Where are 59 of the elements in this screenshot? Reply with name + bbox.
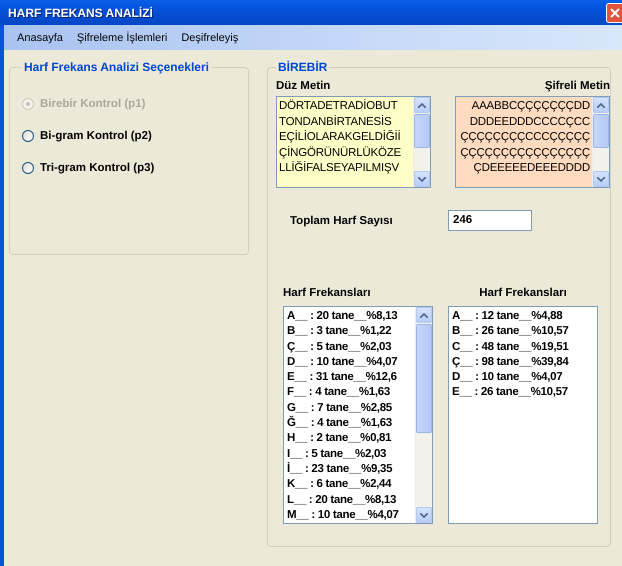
list-item[interactable]: B__ : 3 tane__%1,22 bbox=[287, 324, 414, 340]
list-item[interactable]: K__ : 6 tane__%2,44 bbox=[287, 477, 414, 493]
field-label: Şifreli Metin bbox=[544, 80, 610, 92]
list-item[interactable]: A__ : 12 tane__%4,88 bbox=[452, 309, 596, 324]
scrollbar[interactable] bbox=[413, 97, 430, 187]
list-item[interactable]: İ__ : 23 tane__%9,35 bbox=[287, 462, 414, 478]
menu-item[interactable]: Anasayfa bbox=[17, 32, 63, 44]
group-title: BİREBİR bbox=[277, 60, 328, 74]
radio-option[interactable]: Tri-gram Kontrol (p3) bbox=[22, 162, 248, 174]
list-item[interactable]: B__ : 26 tane__%10,57 bbox=[452, 324, 596, 340]
list-item[interactable]: M__ : 10 tane__%4,07 bbox=[287, 508, 414, 523]
menu-item[interactable]: Deşifreleyiş bbox=[181, 32, 238, 44]
radio-label: Birebir Kontrol (p1) bbox=[40, 98, 146, 110]
radio-label: Bi-gram Kontrol (p2) bbox=[40, 130, 152, 142]
scrollbar[interactable] bbox=[415, 307, 432, 523]
radio-option[interactable]: Bi-gram Kontrol (p2) bbox=[22, 130, 248, 142]
group-title: Harf Frekans Analizi Seçenekleri bbox=[23, 60, 210, 74]
input-field[interactable]: 246 bbox=[448, 210, 532, 231]
scroll-down-button[interactable] bbox=[416, 507, 432, 523]
close-button[interactable] bbox=[606, 2, 622, 22]
scroll-up-button[interactable] bbox=[416, 307, 432, 323]
list-item[interactable]: L__ : 20 tane__%8,13 bbox=[287, 492, 414, 508]
caret-down-icon bbox=[597, 176, 605, 182]
scroll-down-button[interactable] bbox=[593, 171, 609, 187]
scroll-thumb[interactable] bbox=[414, 114, 430, 148]
window-title: HARF FREKANS ANALİZİ bbox=[8, 6, 153, 20]
scroll-thumb[interactable] bbox=[593, 114, 609, 148]
list-item[interactable]: G__ : 7 tane__%2,85 bbox=[287, 400, 414, 416]
list-label: Harf Frekansları bbox=[478, 287, 568, 299]
caret-up-icon bbox=[418, 102, 426, 108]
caret-up-icon bbox=[420, 312, 428, 318]
list-item[interactable]: C__ : 48 tane__%19,51 bbox=[452, 340, 596, 355]
radio-button[interactable] bbox=[22, 162, 34, 174]
caret-down-icon bbox=[420, 512, 428, 518]
caret-down-icon bbox=[418, 176, 426, 182]
list-item[interactable]: D__ : 10 tane__%4,07 bbox=[287, 354, 414, 370]
close-icon bbox=[610, 8, 620, 18]
list-item[interactable]: A__ : 20 tane__%8,13 bbox=[287, 309, 414, 324]
list-item[interactable]: E__ : 26 tane__%10,57 bbox=[452, 385, 596, 401]
list-item[interactable]: H__ : 2 tane__%0,81 bbox=[287, 431, 414, 447]
scroll-down-button[interactable] bbox=[414, 171, 430, 187]
scroll-up-button[interactable] bbox=[414, 97, 430, 113]
scroll-up-button[interactable] bbox=[593, 97, 609, 113]
scrollbar[interactable] bbox=[592, 97, 609, 187]
list-item[interactable]: D__ : 10 tane__%4,07 bbox=[452, 370, 596, 386]
list-item[interactable]: E__ : 31 tane__%12,6 bbox=[287, 370, 414, 386]
list-label: Harf Frekansları bbox=[283, 287, 372, 299]
list-item[interactable]: Ç__ : 98 tane__%39,84 bbox=[452, 354, 596, 370]
list-item[interactable]: I__ : 5 tane__%2,03 bbox=[287, 446, 414, 462]
scroll-thumb[interactable] bbox=[416, 324, 432, 434]
list-item[interactable]: Ç__ : 5 tane__%2,03 bbox=[287, 340, 414, 355]
radio-label: Tri-gram Kontrol (p3) bbox=[40, 162, 154, 174]
total-label: Toplam Harf Sayısı bbox=[290, 214, 394, 226]
list-item[interactable]: F__ : 4 tane__%1,63 bbox=[287, 385, 414, 401]
caret-up-icon bbox=[597, 102, 605, 108]
field-label: Düz Metin bbox=[276, 80, 332, 92]
radio-button[interactable] bbox=[22, 130, 34, 142]
menu-item[interactable]: Şifreleme İşlemleri bbox=[76, 32, 168, 44]
list-item[interactable]: Ğ__ : 4 tane__%1,63 bbox=[287, 416, 414, 432]
